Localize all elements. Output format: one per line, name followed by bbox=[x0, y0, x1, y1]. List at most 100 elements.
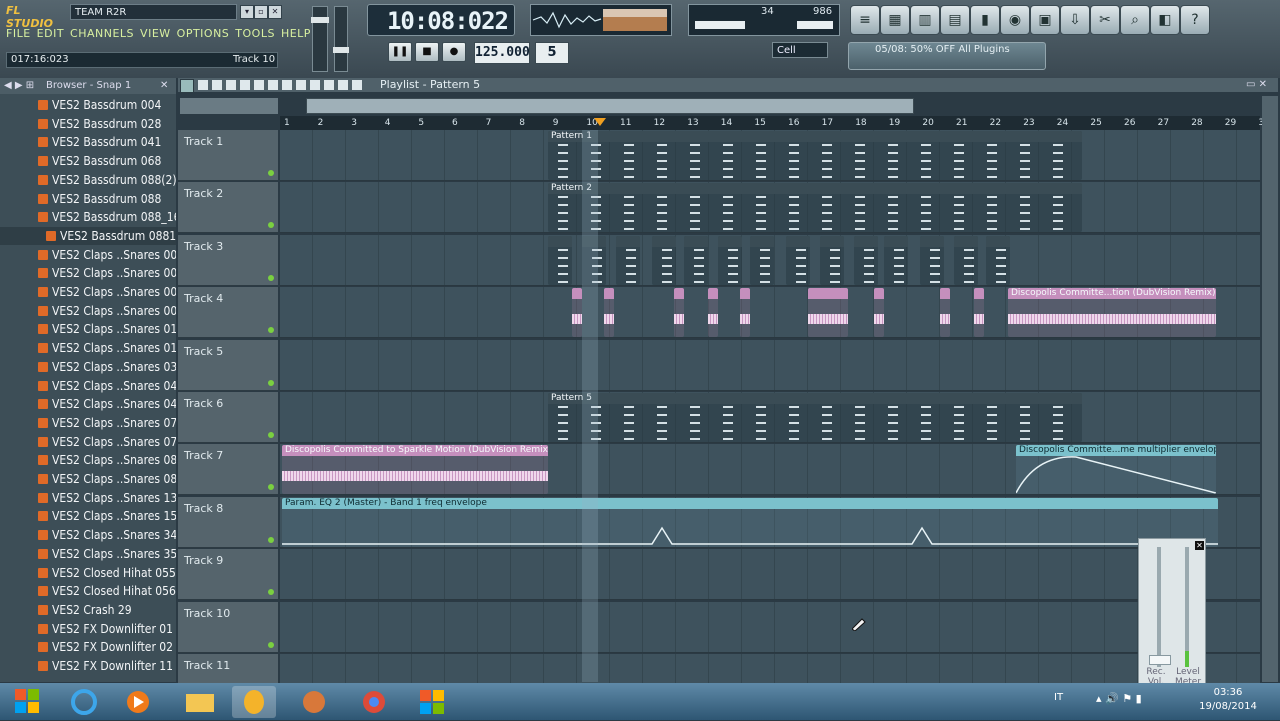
browser-item[interactable]: VES2 Closed Hihat 055 bbox=[0, 564, 176, 582]
play-icon[interactable]: ❚❚ bbox=[388, 42, 412, 62]
browser-item[interactable]: VES2 Claps ..Snares 042 bbox=[0, 377, 176, 395]
mute-led-icon[interactable] bbox=[268, 589, 274, 596]
browser-item[interactable]: VES2 Claps ..Snares 156 bbox=[0, 507, 176, 525]
snap-mode-select[interactable]: Cell bbox=[772, 42, 828, 58]
master-pitch-slider[interactable] bbox=[333, 6, 349, 72]
browser-item[interactable]: VES2 Claps ..Snares 015 bbox=[0, 339, 176, 357]
playlist-icon[interactable]: ≡ bbox=[850, 5, 880, 35]
vertical-scrollbar[interactable] bbox=[1262, 96, 1278, 682]
record-icon[interactable]: ● bbox=[442, 42, 466, 62]
track-lane[interactable] bbox=[280, 601, 1260, 653]
menu-icon[interactable] bbox=[180, 79, 194, 93]
chrome-icon[interactable] bbox=[352, 686, 396, 718]
news-panel[interactable]: 05/08: 50% OFF All Plugins bbox=[848, 42, 1046, 70]
search-icon[interactable]: ⌕ bbox=[1120, 5, 1150, 35]
browser-item[interactable]: VES2 Claps ..Snares 044 bbox=[0, 395, 176, 413]
browser-item[interactable]: VES2 Claps ..Snares 011 bbox=[0, 320, 176, 338]
pattern-clip[interactable] bbox=[920, 235, 944, 285]
pattern-clip[interactable] bbox=[820, 235, 844, 285]
browser-item[interactable]: VES2 Claps ..Snares 006 bbox=[0, 302, 176, 320]
browser-nav-icons[interactable]: ◀ ▶ ⊞ bbox=[4, 78, 34, 94]
track-header[interactable]: Track 9 bbox=[178, 549, 278, 601]
playlist-tool-strip[interactable] bbox=[180, 98, 278, 114]
audio-clip[interactable] bbox=[572, 288, 582, 338]
menu-view[interactable]: VIEW bbox=[140, 27, 171, 45]
close-icon[interactable]: ✕ bbox=[1195, 541, 1204, 550]
playlist-title[interactable]: Playlist - Pattern 5 bbox=[380, 78, 480, 92]
track-lane[interactable] bbox=[280, 549, 1260, 601]
pattern-clip[interactable] bbox=[986, 235, 1010, 285]
browser-item[interactable]: VES2 Claps ..Snares 083 bbox=[0, 470, 176, 488]
stop-icon[interactable]: ■ bbox=[415, 42, 439, 62]
mute-led-icon[interactable] bbox=[268, 432, 274, 438]
pattern-clip[interactable]: Pattern 5 bbox=[548, 393, 1082, 442]
close-icon[interactable]: ✕ bbox=[160, 78, 168, 94]
browser-item[interactable]: VES2 Claps ..Snares 030 bbox=[0, 358, 176, 376]
browser-item[interactable]: VES2 Claps ..Snares 137 bbox=[0, 489, 176, 507]
audio-clip[interactable] bbox=[604, 288, 614, 338]
close-icon[interactable]: ✕ bbox=[268, 5, 282, 19]
track-header[interactable]: Track 10 bbox=[178, 601, 278, 653]
track-header[interactable]: Track 3 bbox=[178, 234, 278, 286]
song-time-display[interactable]: 10:08:022 bbox=[367, 4, 515, 36]
audio-clip[interactable] bbox=[974, 288, 984, 338]
automation-clip[interactable]: Param. EQ 2 (Master) - Band 1 freq envel… bbox=[282, 497, 1218, 547]
menu-channels[interactable]: CHANNELS bbox=[70, 27, 134, 45]
tempo-display[interactable]: 125.000 bbox=[474, 42, 530, 64]
track-header[interactable]: Track 4 bbox=[178, 287, 278, 339]
mute-led-icon[interactable] bbox=[268, 222, 274, 229]
help-icon[interactable]: ? bbox=[1180, 5, 1210, 35]
start-button-icon[interactable] bbox=[12, 686, 42, 716]
mute-led-icon[interactable] bbox=[268, 484, 274, 491]
mute-led-icon[interactable] bbox=[268, 170, 274, 176]
cut-icon[interactable]: ✂ bbox=[1090, 5, 1120, 35]
browser-item[interactable]: VES2 Bassdrum 068 bbox=[0, 152, 176, 170]
browser-title[interactable]: Browser - Snap 1 bbox=[46, 78, 131, 94]
internet-explorer-icon[interactable] bbox=[62, 686, 106, 718]
browser-item[interactable]: VES2 Bassdrum 088 bbox=[0, 190, 176, 208]
browser-icon[interactable]: ▤ bbox=[940, 5, 970, 35]
mixer-icon[interactable]: ▮ bbox=[970, 5, 1000, 35]
restore-icon[interactable]: ▫ bbox=[254, 5, 268, 19]
menu-tools[interactable]: TOOLS bbox=[235, 27, 275, 45]
browser-item[interactable]: VES2 Bassdrum 088_16 bbox=[0, 208, 176, 226]
menu-help[interactable]: HELP bbox=[281, 27, 311, 45]
browser-item[interactable]: VES2 Claps ..Snares 076 bbox=[0, 414, 176, 432]
track-header[interactable]: Track 8 bbox=[178, 496, 278, 548]
track-lane[interactable] bbox=[280, 339, 1260, 391]
fl-studio-taskbar-icon[interactable] bbox=[232, 686, 276, 718]
export-icon[interactable]: ⇩ bbox=[1060, 5, 1090, 35]
browser-item[interactable]: VES2 Claps ..Snares 077 bbox=[0, 433, 176, 451]
window-controls[interactable]: ▭ ✕ bbox=[1246, 79, 1274, 91]
mute-led-icon[interactable] bbox=[268, 327, 274, 334]
mute-led-icon[interactable] bbox=[268, 274, 274, 281]
glove-app-icon[interactable] bbox=[292, 686, 336, 718]
browser-item[interactable]: VES2 Bassdrum 028 bbox=[0, 115, 176, 133]
browser-item[interactable]: VES2 Claps ..Snares 355 bbox=[0, 545, 176, 563]
pattern-clip[interactable] bbox=[884, 235, 908, 285]
browser-item[interactable]: VES2 Claps ..Snares 002 bbox=[0, 246, 176, 264]
audio-clip[interactable]: Discopolis Committed to Sparkle Motion (… bbox=[282, 445, 548, 495]
audio-clip[interactable] bbox=[940, 288, 950, 338]
browser-item[interactable]: VES2 Claps ..Snares 005 bbox=[0, 283, 176, 301]
browser-item[interactable]: VES2 Bassdrum 004 bbox=[0, 96, 176, 114]
system-clock[interactable]: 03:36 19/08/2014 bbox=[1196, 686, 1260, 716]
browser-item[interactable]: VES2 Claps ..Snares 081 bbox=[0, 451, 176, 469]
pattern-clip[interactable] bbox=[786, 235, 810, 285]
pattern-number[interactable]: 5 bbox=[535, 42, 569, 64]
file-explorer-icon[interactable] bbox=[178, 686, 222, 718]
browser-item[interactable]: VES2 FX Downlifter 11 bbox=[0, 657, 176, 675]
browser-item[interactable]: VES2 Bassdrum 0881 bbox=[0, 226, 176, 245]
browser-item[interactable]: VES2 Claps ..Snares 003 bbox=[0, 264, 176, 282]
mute-led-icon[interactable] bbox=[268, 641, 274, 648]
track-header[interactable]: Track 2 bbox=[178, 182, 278, 234]
language-indicator[interactable]: IT bbox=[1054, 692, 1063, 703]
browser-item[interactable]: VES2 FX Downlifter 02 bbox=[0, 638, 176, 656]
browser-item[interactable]: VES2 Bassdrum 041 bbox=[0, 133, 176, 151]
media-player-icon[interactable] bbox=[116, 686, 160, 718]
piano-roll-icon[interactable]: ▥ bbox=[910, 5, 940, 35]
horizontal-scrollbar[interactable] bbox=[306, 98, 914, 114]
track-header[interactable]: Track 5 bbox=[178, 339, 278, 391]
mute-led-icon[interactable] bbox=[268, 536, 274, 543]
menu-arrow-icon[interactable]: ▾ bbox=[240, 5, 254, 19]
